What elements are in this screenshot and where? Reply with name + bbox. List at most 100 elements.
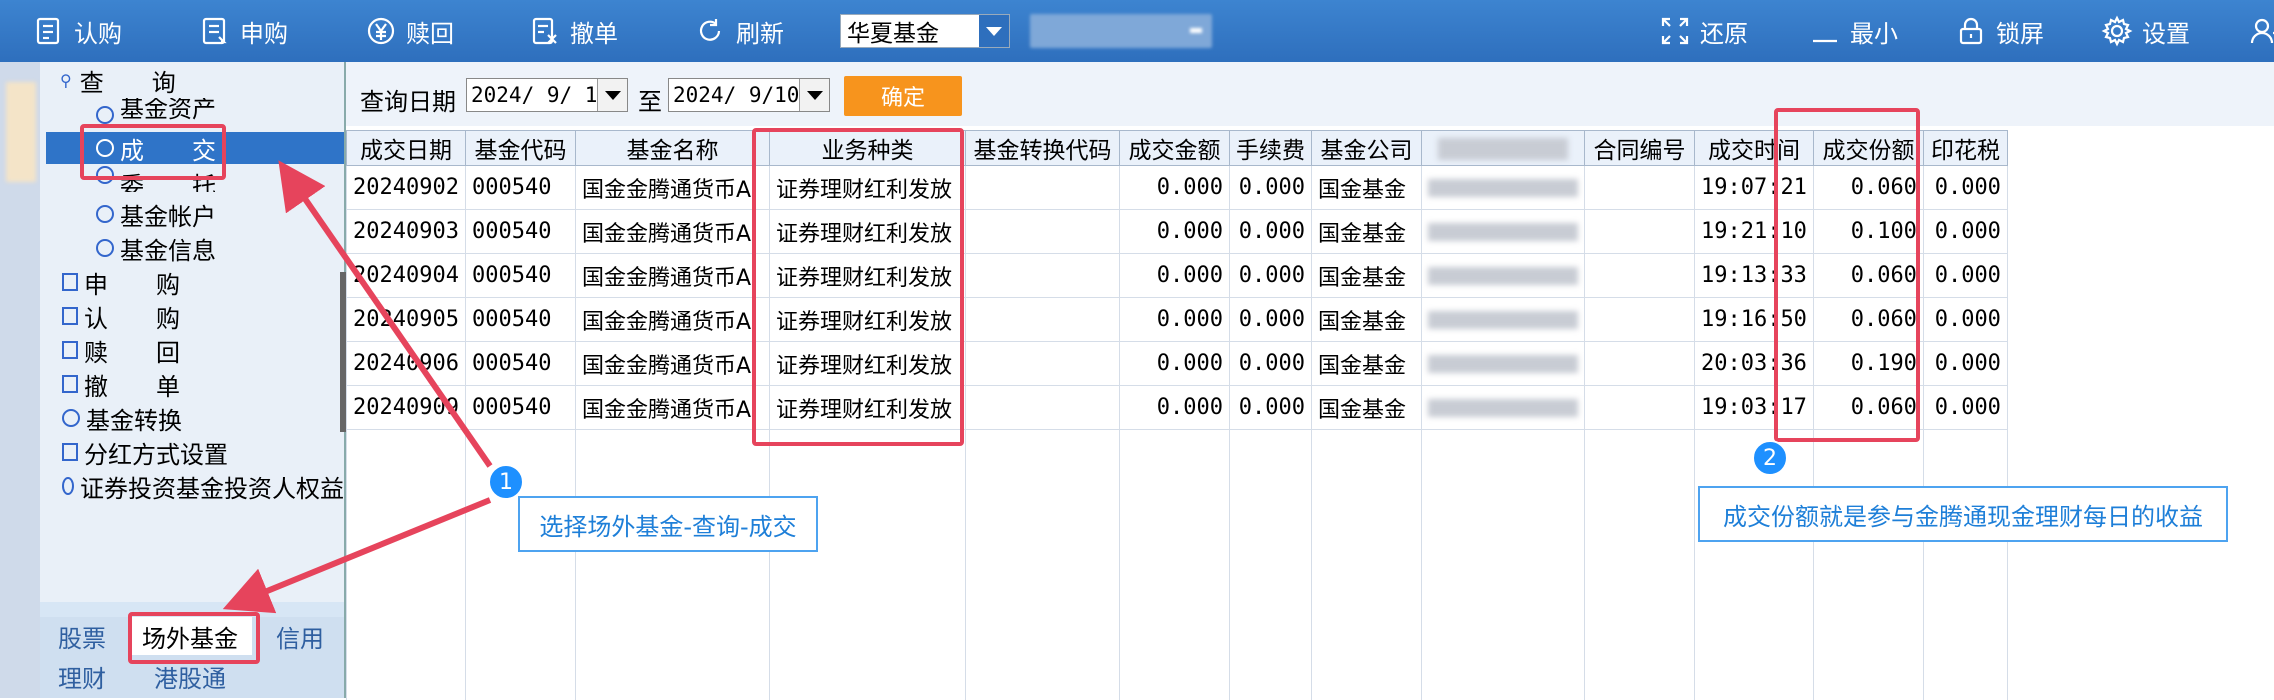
lock-label: 锁屏 bbox=[1996, 19, 2044, 48]
tree-subscribe[interactable]: 认 购 bbox=[62, 300, 180, 333]
minimize-label: 最小 bbox=[1850, 19, 1898, 48]
subscribe-button[interactable]: 认购 bbox=[14, 0, 140, 62]
side-thumbnail bbox=[6, 82, 36, 182]
refresh-button[interactable]: 刷新 bbox=[676, 0, 802, 62]
toolbar: 认购 申购 赎回 撤单 刷新 华夏基金 还原 最小 锁屏 设置 bbox=[0, 0, 2274, 62]
to-date-picker[interactable]: 2024/ 9/10 bbox=[668, 78, 830, 112]
col-stamp-tax[interactable]: 印花税 bbox=[1922, 130, 2008, 166]
convert-icon bbox=[62, 409, 80, 427]
table-cell bbox=[1583, 297, 1695, 342]
table-cell bbox=[1583, 165, 1695, 210]
tree-rights[interactable]: 证券投资基金投资人权益 bbox=[62, 470, 344, 502]
table-cell bbox=[1583, 385, 1695, 430]
table-row[interactable]: 20240909 000540 国金金腾通货币A 证券理财红利发放 0.000 0.000… bbox=[346, 385, 2008, 430]
tree-convert-label: 基金转换 bbox=[86, 406, 182, 435]
settings-button[interactable]: 设置 bbox=[2082, 0, 2208, 62]
tree-rights-label: 证券投资基金投资人权益 bbox=[80, 474, 344, 503]
table-cell: 20240909 bbox=[346, 385, 466, 430]
tree-purchase-label: 申 购 bbox=[84, 270, 180, 299]
cancel-order-label: 撤单 bbox=[570, 19, 618, 48]
account-select[interactable] bbox=[1030, 14, 1212, 48]
empty-cell bbox=[1420, 429, 1585, 700]
table-cell: 0.000 bbox=[1118, 165, 1230, 210]
chevron-down-icon[interactable] bbox=[979, 15, 1009, 47]
table-row[interactable]: 20240903 000540 国金金腾通货币A 证券理财红利发放 0.000 0.000… bbox=[346, 209, 2008, 254]
redacted-cell bbox=[1427, 223, 1578, 241]
col-deal-date[interactable]: 成交日期 bbox=[346, 130, 466, 166]
tree-redeem[interactable]: 赎 回 bbox=[62, 334, 180, 367]
refresh-icon bbox=[694, 14, 728, 48]
tree-dividend[interactable]: 分红方式设置 bbox=[62, 436, 228, 469]
col-fee[interactable]: 手续费 bbox=[1228, 130, 1312, 166]
tree-fund-info[interactable]: 基金信息 bbox=[96, 232, 216, 265]
col-fund-code[interactable]: 基金代码 bbox=[464, 130, 576, 166]
chevron-down-icon[interactable] bbox=[799, 79, 829, 111]
chevron-down-icon[interactable] bbox=[597, 79, 627, 111]
tab-stocks[interactable]: 股票 bbox=[40, 617, 124, 655]
tree-convert[interactable]: 基金转换 bbox=[62, 402, 182, 435]
redacted-cell bbox=[1427, 179, 1578, 197]
tree-fund-account[interactable]: 基金帐户 bbox=[96, 198, 216, 231]
table-cell: 0.000 bbox=[1228, 209, 1312, 254]
restore-icon bbox=[1658, 14, 1692, 48]
restore-button[interactable]: 还原 bbox=[1640, 0, 1766, 62]
table-cell: 国金基金 bbox=[1310, 385, 1422, 430]
highlight-deal-shares-column bbox=[1774, 108, 1920, 442]
redeem-icon bbox=[364, 14, 398, 48]
table-cell: 0.000 bbox=[1922, 209, 2008, 254]
table-cell: 0.000 bbox=[1922, 341, 2008, 386]
tree-query[interactable]: ⚲ 查 询 bbox=[60, 64, 176, 97]
redeem-button[interactable]: 赎回 bbox=[346, 0, 472, 62]
tab-wealth[interactable]: 理财 bbox=[40, 657, 124, 695]
table-row[interactable]: 20240904 000540 国金金腾通货币A 证券理财红利发放 0.000 0.000… bbox=[346, 253, 2008, 298]
deals-table: 成交日期 基金代码 基金名称 业务种类 基金转换代码 成交金额 手续费 基金公司… bbox=[346, 130, 2008, 700]
table-cell: 0.000 bbox=[1228, 341, 1312, 386]
lock-button[interactable]: 锁屏 bbox=[1936, 0, 2062, 62]
table-cell: 000540 bbox=[464, 341, 576, 386]
confirm-button[interactable]: 确定 bbox=[844, 76, 962, 116]
minimize-button[interactable]: 最小 bbox=[1790, 0, 1916, 62]
fund-company-select[interactable]: 华夏基金 bbox=[840, 14, 1010, 48]
tree-fund-assets[interactable]: 基金资产 bbox=[96, 98, 216, 124]
redeem-label: 赎回 bbox=[406, 19, 454, 48]
subscribe-label: 认购 bbox=[74, 19, 122, 48]
redacted-cell bbox=[1427, 355, 1578, 373]
col-fund-name[interactable]: 基金名称 bbox=[574, 130, 770, 166]
query-date-label: 查询日期 bbox=[360, 88, 456, 116]
table-cell: 0.000 bbox=[1118, 253, 1230, 298]
from-date-picker[interactable]: 2024/ 9/ 1 bbox=[466, 78, 628, 112]
table-cell bbox=[1583, 209, 1695, 254]
settings-label: 设置 bbox=[2142, 19, 2190, 48]
col-fund-company[interactable]: 基金公司 bbox=[1310, 130, 1422, 166]
table-cell: 0.000 bbox=[1228, 253, 1312, 298]
callout-1-badge: 1 bbox=[488, 464, 524, 500]
tree-purchase[interactable]: 申 购 bbox=[62, 266, 180, 299]
table-cell: 20240903 bbox=[346, 209, 466, 254]
col-hidden-account[interactable] bbox=[1420, 130, 1585, 166]
table-cell bbox=[1420, 165, 1585, 210]
table-row[interactable]: 20240902 000540 国金金腾通货币A 证券理财红利发放 0.000 0.000… bbox=[346, 165, 2008, 210]
table-cell bbox=[964, 165, 1120, 210]
col-contract-no[interactable]: 合同编号 bbox=[1583, 130, 1695, 166]
tree-cancel[interactable]: 撤 单 bbox=[62, 368, 180, 401]
table-row[interactable]: 20240905 000540 国金金腾通货币A 证券理财红利发放 0.000 0.000… bbox=[346, 297, 2008, 342]
purchase-button[interactable]: 申购 bbox=[180, 0, 306, 62]
tab-credit[interactable]: 信用 bbox=[256, 617, 344, 655]
table-cell bbox=[964, 209, 1120, 254]
from-date-value: 2024/ 9/ 1 bbox=[471, 83, 598, 107]
tree-query-label: 查 询 bbox=[79, 68, 176, 97]
empty-cell bbox=[1693, 429, 1814, 700]
col-deal-amount[interactable]: 成交金额 bbox=[1118, 130, 1230, 166]
circle-icon bbox=[62, 477, 74, 495]
user-button[interactable] bbox=[2230, 0, 2274, 62]
cancel-order-button[interactable]: 撤单 bbox=[510, 0, 636, 62]
table-cell: 000540 bbox=[464, 209, 576, 254]
table-row[interactable]: 20240906 000540 国金金腾通货币A 证券理财红利发放 0.000 0.000… bbox=[346, 341, 2008, 386]
table-cell bbox=[1420, 385, 1585, 430]
table-cell: 20240904 bbox=[346, 253, 466, 298]
cancel-order-icon bbox=[528, 14, 562, 48]
to-label: 至 bbox=[638, 88, 662, 116]
col-convert-code[interactable]: 基金转换代码 bbox=[964, 130, 1120, 166]
table-cell: 0.000 bbox=[1118, 341, 1230, 386]
redeem-icon bbox=[62, 341, 78, 359]
